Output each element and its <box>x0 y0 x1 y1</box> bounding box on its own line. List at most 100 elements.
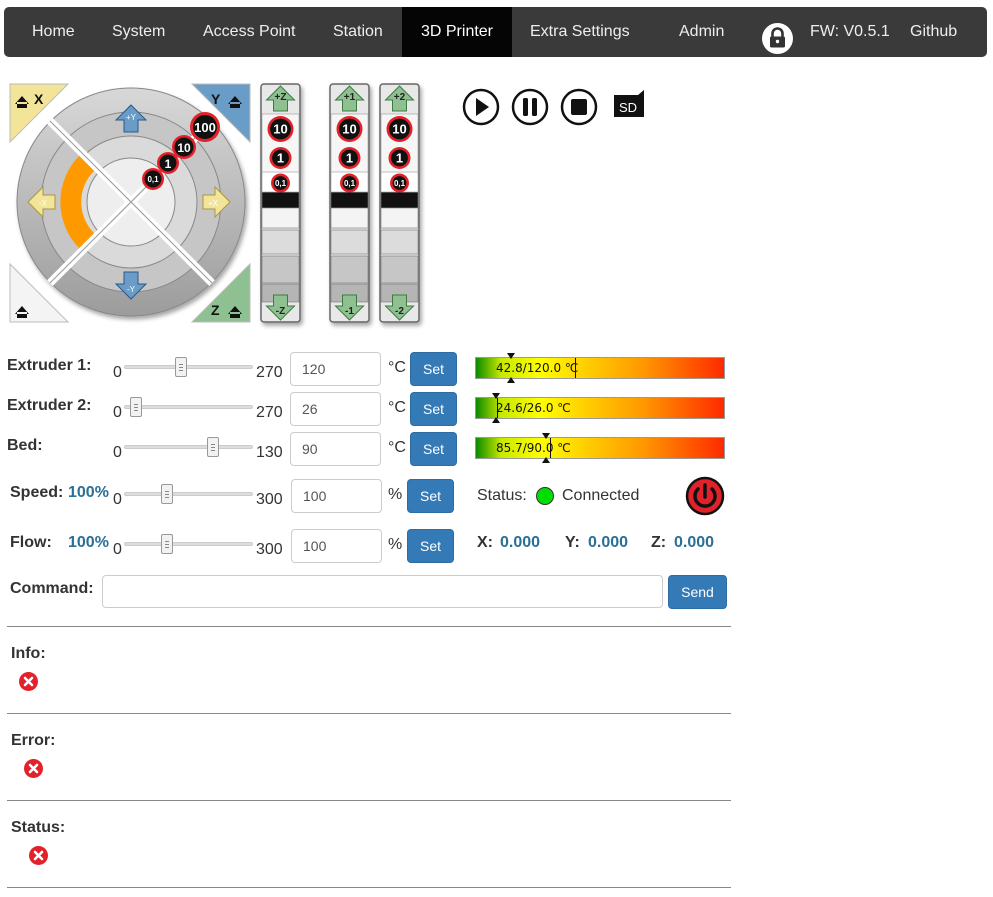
extruder1-unit: °C <box>388 359 406 376</box>
error-clear-icon[interactable] <box>24 759 43 778</box>
bed-temp-bar: 85.7/90.0 ℃ <box>475 437 725 459</box>
flow-slider-thumb[interactable] <box>160 534 173 554</box>
svg-text:0,1: 0,1 <box>275 179 287 188</box>
nav-home[interactable]: Home <box>14 7 93 57</box>
extruder1-temp-bar: 42.8/120.0 ℃ <box>475 357 725 379</box>
divider <box>7 626 731 627</box>
lock-icon[interactable] <box>762 23 793 54</box>
z-jog-column[interactable]: +Z -Z 10 1 0,1 <box>260 83 301 323</box>
flow-input[interactable]: 100 <box>291 529 382 563</box>
svg-text:Z: Z <box>211 302 220 318</box>
extruder1-set-button[interactable]: Set <box>410 352 457 386</box>
z-step-0-1-button[interactable]: 0,1 <box>271 173 290 193</box>
command-label: Command: <box>10 580 94 597</box>
extruder1-slider-track[interactable] <box>124 365 253 369</box>
e1-step-1-button[interactable]: 1 <box>338 147 361 169</box>
extruder2-temp-input[interactable]: 26 <box>290 392 381 426</box>
flow-slider-track[interactable] <box>124 542 253 546</box>
extruder1-current-marker <box>506 377 515 383</box>
bed-temp-input[interactable]: 90 <box>290 432 381 466</box>
speed-unit: % <box>388 486 403 503</box>
sd-card-button[interactable]: SD <box>612 90 646 118</box>
extruder1-slider-thumb[interactable] <box>175 357 188 377</box>
xy-step-100-button[interactable]: 100 <box>190 112 220 142</box>
jog-control[interactable]: X Y Z +Y -Y -X +X 100 10 1 0,1 +Z -Z 10 1 0,… <box>6 80 426 332</box>
svg-text:1: 1 <box>346 151 353 166</box>
svg-text:1: 1 <box>277 151 284 166</box>
speed-set-button[interactable]: Set <box>407 479 454 513</box>
send-button[interactable]: Send <box>668 575 727 609</box>
svg-text:-1: -1 <box>345 306 354 317</box>
speed-label: Speed: <box>10 484 64 501</box>
extruder2-label: Extruder 2: <box>7 397 92 414</box>
e1-step-10-button[interactable]: 10 <box>336 116 363 142</box>
nav-station[interactable]: Station <box>315 7 401 57</box>
e1-jog-column[interactable]: +1 -1 10 1 0,1 <box>329 83 370 323</box>
error-label: Error: <box>11 732 56 749</box>
e2-step-0-1-button[interactable]: 0,1 <box>390 173 409 193</box>
e2-step-1-button[interactable]: 1 <box>388 147 411 169</box>
nav-system[interactable]: System <box>94 7 183 57</box>
bed-target-line <box>550 438 551 458</box>
status-clear-icon[interactable] <box>29 846 48 865</box>
speed-input[interactable]: 100 <box>291 479 382 513</box>
pos-z-value: 0.000 <box>674 534 715 551</box>
extruder2-slider-track[interactable] <box>124 405 253 409</box>
nav-extra-settings[interactable]: Extra Settings <box>512 7 648 57</box>
status-label: Status: <box>477 487 527 504</box>
status-log-label: Status: <box>11 819 66 836</box>
svg-text:+2: +2 <box>394 92 406 103</box>
z-step-10-button[interactable]: 10 <box>267 116 294 142</box>
extruder2-unit: °C <box>388 399 406 416</box>
svg-text:+Z: +Z <box>275 92 287 103</box>
nav-3d-printer[interactable]: 3D Printer <box>402 7 512 57</box>
pause-button[interactable] <box>511 88 549 126</box>
speed-slider-thumb[interactable] <box>160 484 173 504</box>
svg-text:10: 10 <box>177 141 191 155</box>
info-clear-icon[interactable] <box>19 672 38 691</box>
svg-text:1: 1 <box>396 151 403 166</box>
speed-min: 0 <box>113 491 122 508</box>
extruder2-temp-text: 24.6/26.0 ℃ <box>496 401 571 415</box>
power-button[interactable] <box>685 476 725 516</box>
pos-x-label: X: <box>477 534 493 551</box>
svg-text:+X: +X <box>208 199 219 208</box>
nav-admin[interactable]: Admin <box>661 7 742 57</box>
extruder2-slider-thumb[interactable] <box>130 397 143 417</box>
stop-button[interactable] <box>560 88 598 126</box>
bed-unit: °C <box>388 439 406 456</box>
e2-jog-column[interactable]: +2 -2 10 1 0,1 <box>379 83 420 323</box>
play-button[interactable] <box>462 88 500 126</box>
svg-text:-2: -2 <box>395 306 404 317</box>
bed-set-button[interactable]: Set <box>410 432 457 466</box>
bed-slider-thumb[interactable] <box>207 437 220 457</box>
pos-y-value: 0.000 <box>588 534 629 551</box>
svg-text:-Z: -Z <box>276 306 285 317</box>
bed-max: 130 <box>256 444 283 461</box>
extruder1-temp-input[interactable]: 120 <box>290 352 381 386</box>
svg-text:10: 10 <box>273 122 287 137</box>
nav-access-point[interactable]: Access Point <box>185 7 313 57</box>
extruder2-temp-bar: 24.6/26.0 ℃ <box>475 397 725 419</box>
xy-step-1-button[interactable]: 1 <box>157 152 179 174</box>
xy-step-0-1-button[interactable]: 0,1 <box>142 168 164 190</box>
divider <box>7 887 731 888</box>
svg-text:-Y: -Y <box>127 285 136 294</box>
bed-slider-track[interactable] <box>124 445 253 449</box>
e2-step-10-button[interactable]: 10 <box>386 116 413 142</box>
extruder1-temp-text: 42.8/120.0 ℃ <box>496 361 579 375</box>
z-step-1-button[interactable]: 1 <box>269 147 292 169</box>
speed-percent: 100% <box>68 484 109 501</box>
command-input[interactable] <box>102 575 663 608</box>
bed-temp-text: 85.7/90.0 ℃ <box>496 441 571 455</box>
speed-slider-track[interactable] <box>124 492 253 496</box>
extruder1-label: Extruder 1: <box>7 357 92 374</box>
e1-step-0-1-button[interactable]: 0,1 <box>340 173 359 193</box>
extruder2-set-button[interactable]: Set <box>410 392 457 426</box>
svg-text:0,1: 0,1 <box>344 179 356 188</box>
flow-label: Flow: <box>10 534 52 551</box>
svg-text:Y: Y <box>211 91 221 107</box>
divider <box>7 713 731 714</box>
flow-set-button[interactable]: Set <box>407 529 454 563</box>
nav-github[interactable]: Github <box>892 7 975 57</box>
